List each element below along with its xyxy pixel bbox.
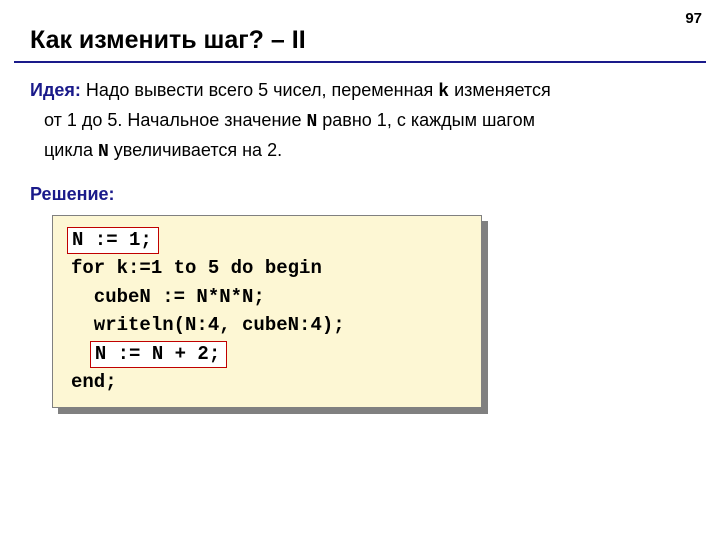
idea-label: Идея: [30, 80, 81, 100]
idea-text-1: Надо вывести всего 5 чисел, переменная [81, 80, 438, 100]
idea-text-3: от 1 до 5. Начальное значение [44, 110, 306, 130]
code-line-for: for k:=1 to 5 do begin [71, 257, 322, 279]
idea-text-4: равно 1, с каждым шагом [317, 110, 535, 130]
idea-line-3: цикла N увеличивается на 2. [30, 137, 690, 167]
page-number: 97 [685, 10, 702, 27]
idea-text-6: увеличивается на 2. [109, 140, 282, 160]
var-n-2: N [98, 142, 109, 162]
code-block: N := 1; for k:=1 to 5 do begin cubeN := … [52, 215, 482, 408]
code-line-end: end; [71, 371, 117, 393]
code-line-writeln: writeln(N:4, cubeN:4); [71, 314, 345, 336]
code-container: N := 1; for k:=1 to 5 do begin cubeN := … [52, 215, 482, 408]
idea-text-2: изменяется [449, 80, 551, 100]
slide-title: Как изменить шаг? – II [0, 0, 720, 61]
slide-body: Идея: Надо вывести всего 5 чисел, переме… [0, 63, 720, 408]
idea-text-5: цикла [44, 140, 98, 160]
var-k: k [438, 82, 449, 102]
code-highlight-step: N := N + 2; [90, 341, 227, 369]
code-highlight-init: N := 1; [67, 227, 159, 255]
idea-line-2: от 1 до 5. Начальное значение N равно 1,… [30, 107, 690, 137]
code-line-cube: cubeN := N*N*N; [71, 286, 265, 308]
idea-paragraph: Идея: Надо вывести всего 5 чисел, переме… [30, 77, 690, 167]
solution-label: Решение: [30, 181, 690, 209]
var-n-1: N [306, 112, 317, 132]
